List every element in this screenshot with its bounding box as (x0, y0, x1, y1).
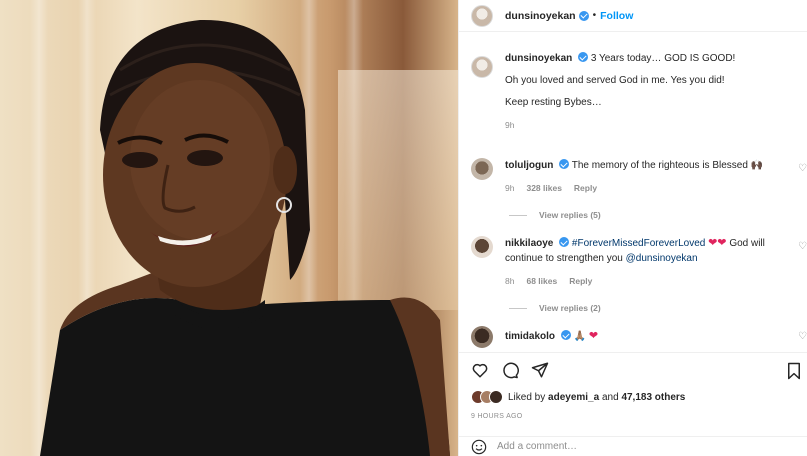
post-caption: dunsinoyekan 3 Years today… GOD IS GOOD!… (471, 52, 801, 132)
post-timestamp: 9 HOURS AGO (471, 413, 523, 420)
commenter-avatar[interactable] (471, 326, 493, 348)
post-details-panel: dunsinoyekan • Follow dunsinoyekan 3 Yea… (458, 0, 807, 456)
follow-button[interactable]: Follow (600, 10, 633, 22)
like-comment-heart-icon[interactable]: ♡ (798, 332, 807, 342)
caption-line-3: Keep resting Bybes… (505, 97, 602, 108)
red-heart-emoji: ❤❤ (708, 237, 727, 249)
verified-badge-icon (560, 330, 571, 340)
mention-link[interactable]: @dunsinoyekan (626, 253, 698, 264)
comment-time: 8h (505, 276, 515, 286)
commenter-username[interactable]: timidakolo (505, 331, 555, 342)
like-comment-heart-icon[interactable]: ♡ (798, 164, 807, 174)
add-comment-bar (459, 436, 807, 456)
likes-summary: Liked by adeyemi_a and 47,183 others (471, 390, 685, 404)
liked-by-prefix: Liked by (508, 391, 546, 403)
comment-likes[interactable]: 68 likes (526, 274, 557, 289)
comment-body: toluljogun The memory of the righteous i… (505, 158, 775, 196)
share-paper-plane-icon[interactable] (531, 361, 549, 379)
verified-badge-icon (559, 237, 570, 247)
caption-body: dunsinoyekan 3 Years today… GOD IS GOOD!… (505, 52, 735, 132)
verified-badge-icon (578, 52, 589, 62)
emoji-smiley-icon[interactable] (471, 439, 487, 455)
commenter-avatar[interactable] (471, 236, 493, 258)
comment-item: timidakolo 🙏🏽 ❤ ♡ (471, 326, 807, 348)
comment-item: toluljogun The memory of the righteous i… (471, 158, 807, 220)
comment-body: nikkilaoye #ForeverMissedForeverLoved ❤❤… (505, 236, 775, 289)
comment-item: nikkilaoye #ForeverMissedForeverLoved ❤❤… (471, 236, 807, 313)
author-avatar[interactable] (471, 4, 493, 27)
reply-button[interactable]: Reply (574, 181, 597, 196)
commenter-avatar[interactable] (471, 158, 493, 180)
commenter-username[interactable]: toluljogun (505, 160, 553, 171)
praying-hands-emoji: 🙏🏽 (573, 331, 587, 342)
liked-by-middle: and (601, 391, 619, 403)
liker-avatars (471, 390, 503, 404)
view-replies-button[interactable]: View replies (5) (509, 210, 807, 220)
caption-line-1: 3 Years today… GOD IS GOOD! (590, 53, 736, 64)
liked-by-count[interactable]: 47,183 others (621, 392, 685, 403)
separator-dot: • (592, 10, 597, 21)
commenter-username[interactable]: nikkilaoye (505, 238, 553, 249)
comment-bubble-icon[interactable] (501, 361, 519, 379)
post-action-bar (459, 352, 807, 388)
caption-line-2: Oh you loved and served God in me. Yes y… (505, 75, 725, 86)
verified-badge-icon (578, 10, 589, 21)
liker-avatar[interactable] (489, 390, 503, 404)
caption-time: 9h (505, 120, 515, 130)
author-username[interactable]: dunsinoyekan (505, 10, 576, 22)
comment-likes[interactable]: 328 likes (526, 181, 561, 196)
post-photo[interactable] (0, 0, 458, 456)
like-heart-icon[interactable] (471, 361, 489, 379)
reply-button[interactable]: Reply (569, 274, 592, 289)
red-heart-emoji: ❤ (588, 330, 599, 342)
portrait-illustration (40, 19, 450, 456)
like-comment-heart-icon[interactable]: ♡ (798, 242, 807, 252)
verified-badge-icon (559, 159, 570, 169)
add-comment-input[interactable] (497, 441, 747, 452)
save-bookmark-icon[interactable] (786, 362, 802, 380)
caption-username[interactable]: dunsinoyekan (505, 53, 572, 64)
comment-time: 9h (505, 183, 515, 193)
comment-body: timidakolo 🙏🏽 ❤ (505, 326, 775, 348)
hashtag-link[interactable]: #ForeverMissedForeverLoved (572, 238, 705, 249)
caption-avatar[interactable] (471, 56, 493, 78)
post-header: dunsinoyekan • Follow (459, 0, 807, 32)
praise-hands-emoji: 🙌🏿 (750, 160, 764, 171)
view-replies-button[interactable]: View replies (2) (509, 303, 807, 313)
comment-text: The memory of the righteous is Blessed (571, 160, 748, 171)
liked-by-user[interactable]: adeyemi_a (548, 392, 599, 403)
